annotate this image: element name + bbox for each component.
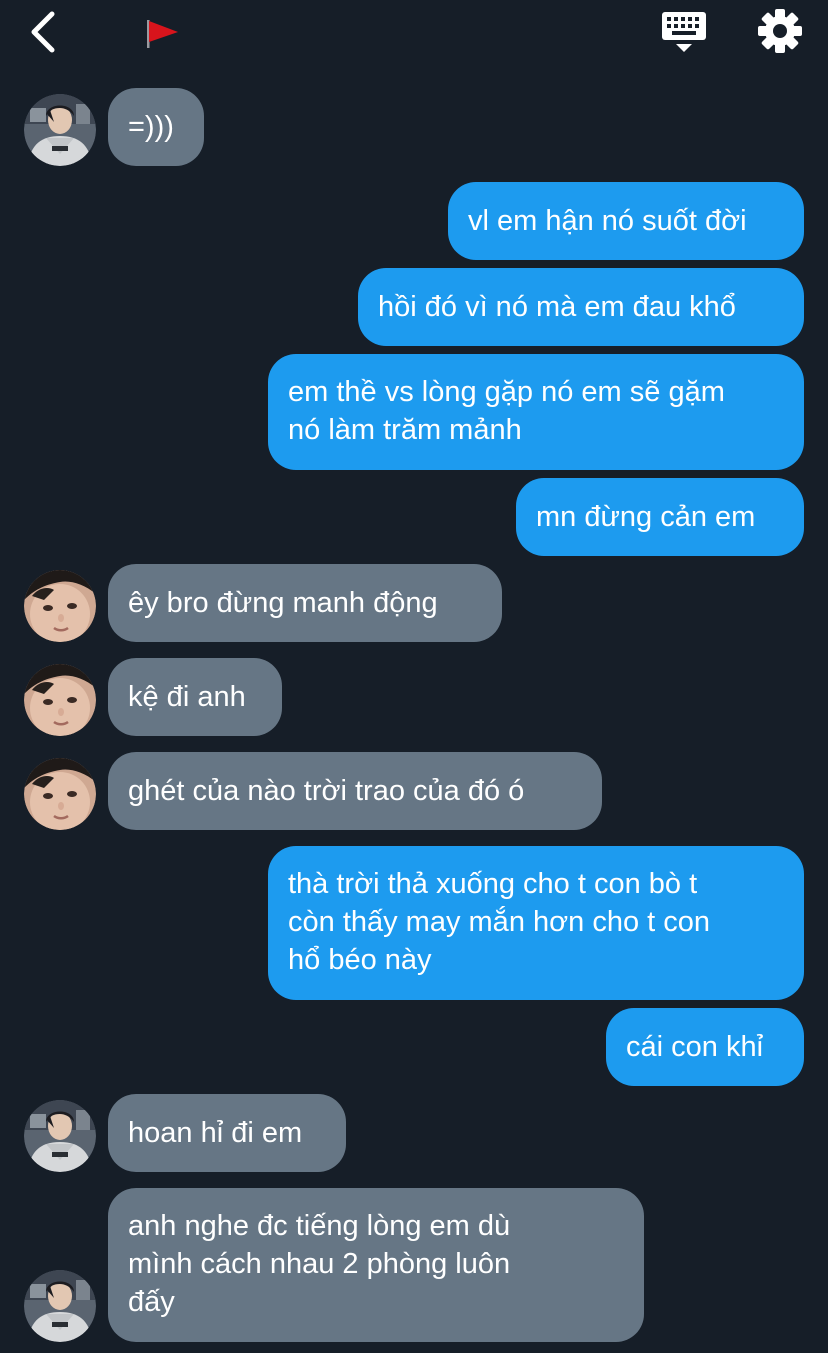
outgoing-message-bubble[interactable]: cái con khỉ bbox=[606, 1008, 804, 1086]
outgoing-message-bubble[interactable]: em thề vs lòng gặp nó em sẽ gặm nó làm t… bbox=[268, 354, 804, 470]
avatar[interactable] bbox=[24, 570, 96, 642]
message-text: êy bro đừng manh động bbox=[128, 587, 438, 619]
avatar[interactable] bbox=[24, 758, 96, 830]
incoming-message-bubble[interactable]: =))) bbox=[108, 88, 204, 166]
incoming-message-bubble[interactable]: anh nghe đc tiếng lòng em dù mình cách n… bbox=[108, 1188, 644, 1342]
outgoing-message-bubble[interactable]: thà trời thả xuống cho t con bò t còn th… bbox=[268, 846, 804, 1000]
avatar[interactable] bbox=[24, 1100, 96, 1172]
incoming-message-bubble[interactable]: hoan hỉ đi em bbox=[108, 1094, 346, 1172]
message-text: vl em hận nó suốt đời bbox=[468, 205, 747, 237]
message-text-line: còn thấy may mắn hơn cho t con bbox=[288, 906, 711, 938]
outgoing-message-bubble[interactable]: hồi đó vì nó mà em đau khổ bbox=[358, 268, 804, 346]
message-text: hồi đó vì nó mà em đau khổ bbox=[378, 291, 736, 323]
incoming-message-bubble[interactable]: kệ đi anh bbox=[108, 658, 282, 736]
avatar[interactable] bbox=[24, 1270, 96, 1342]
message-text-line: nó làm trăm mảnh bbox=[288, 414, 522, 446]
message-text-line: đấy bbox=[128, 1286, 175, 1318]
message-text: mn đừng cản em bbox=[536, 501, 756, 533]
message-text: ghét của nào trời trao của đó ó bbox=[128, 775, 525, 807]
message-text-line: em thề vs lòng gặp nó em sẽ gặm bbox=[288, 376, 725, 408]
message-text-line: thà trời thả xuống cho t con bò t bbox=[288, 868, 698, 900]
outgoing-message-bubble[interactable]: vl em hận nó suốt đời bbox=[448, 182, 804, 260]
outgoing-message-bubble[interactable]: mn đừng cản em bbox=[516, 478, 804, 556]
message-text-line: mình cách nhau 2 phòng luôn bbox=[128, 1248, 511, 1280]
message-text: hoan hỉ đi em bbox=[128, 1117, 303, 1149]
message-text: kệ đi anh bbox=[128, 681, 246, 713]
message-text: =))) bbox=[128, 111, 174, 143]
message-text: cái con khỉ bbox=[626, 1031, 764, 1063]
incoming-message-bubble[interactable]: ghét của nào trời trao của đó ó bbox=[108, 752, 602, 830]
avatar[interactable] bbox=[24, 664, 96, 736]
message-list: =))) vl em hận nó suốt đời hồi đó vì nó … bbox=[0, 0, 828, 1353]
avatar[interactable] bbox=[24, 94, 96, 166]
message-text-line: anh nghe đc tiếng lòng em dù bbox=[128, 1210, 511, 1242]
incoming-message-bubble[interactable]: êy bro đừng manh động bbox=[108, 564, 502, 642]
message-text-line: hổ béo này bbox=[288, 944, 432, 976]
